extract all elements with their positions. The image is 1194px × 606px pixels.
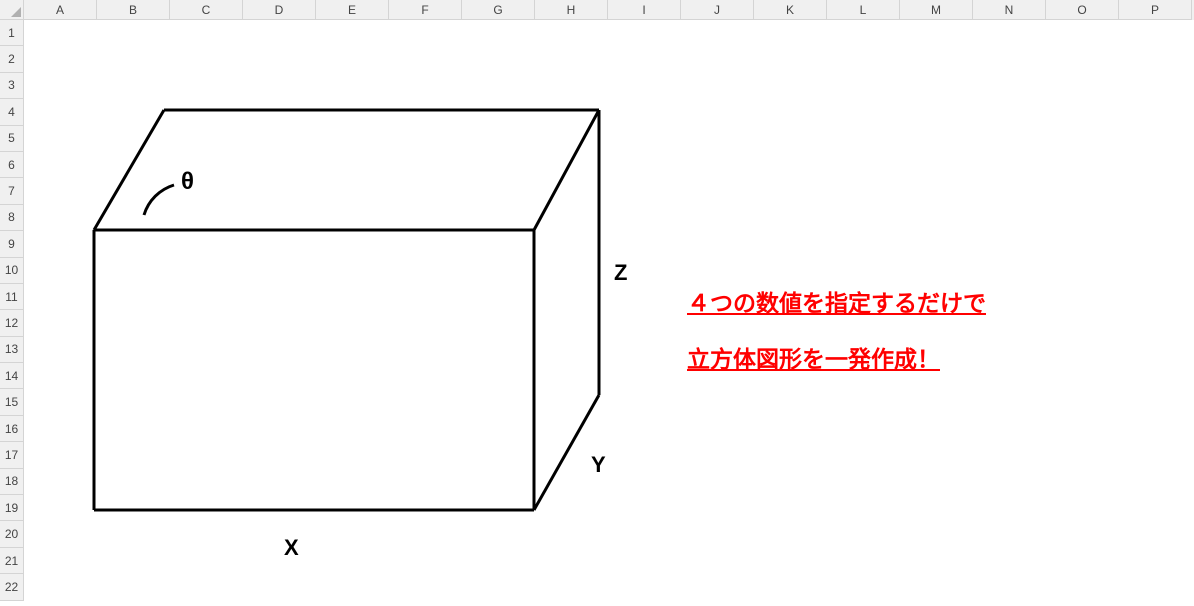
col-header[interactable]: L [827, 0, 900, 20]
row-header[interactable]: 9 [0, 231, 24, 257]
row-header[interactable]: 7 [0, 178, 24, 204]
row-header[interactable]: 5 [0, 126, 24, 152]
row-header[interactable]: 2 [0, 46, 24, 72]
select-all-corner[interactable] [0, 0, 24, 20]
row-header[interactable]: 15 [0, 389, 24, 415]
col-header[interactable]: C [170, 0, 243, 20]
row-header[interactable]: 4 [0, 99, 24, 125]
row-header[interactable]: 11 [0, 284, 24, 310]
row-header[interactable]: 1 [0, 20, 24, 46]
row-header[interactable]: 19 [0, 495, 24, 521]
col-header[interactable]: H [535, 0, 608, 20]
col-header[interactable]: I [608, 0, 681, 20]
row-header[interactable]: 20 [0, 521, 24, 547]
row-header[interactable]: 10 [0, 258, 24, 284]
col-header[interactable]: B [97, 0, 170, 20]
row-header[interactable]: 6 [0, 152, 24, 178]
row-headers: 1 2 3 4 5 6 7 8 9 10 11 12 13 14 15 16 1… [0, 20, 24, 601]
cells-area[interactable] [24, 20, 1194, 601]
col-header[interactable]: P [1119, 0, 1192, 20]
column-headers: A B C D E F G H I J K L M N O P [24, 0, 1194, 20]
col-header[interactable]: D [243, 0, 316, 20]
row-header[interactable]: 16 [0, 416, 24, 442]
row-header[interactable]: 3 [0, 73, 24, 99]
col-header[interactable]: K [754, 0, 827, 20]
row-header[interactable]: 21 [0, 548, 24, 574]
col-header[interactable]: M [900, 0, 973, 20]
row-header[interactable]: 8 [0, 205, 24, 231]
col-header[interactable]: F [389, 0, 462, 20]
row-header[interactable]: 22 [0, 574, 24, 600]
col-header[interactable]: E [316, 0, 389, 20]
col-header[interactable]: O [1046, 0, 1119, 20]
row-header[interactable]: 18 [0, 469, 24, 495]
row-header[interactable]: 12 [0, 310, 24, 336]
col-header[interactable]: J [681, 0, 754, 20]
row-header[interactable]: 14 [0, 363, 24, 389]
col-header[interactable]: A [24, 0, 97, 20]
row-header[interactable]: 17 [0, 442, 24, 468]
col-header[interactable]: G [462, 0, 535, 20]
col-header[interactable]: N [973, 0, 1046, 20]
row-header[interactable]: 13 [0, 337, 24, 363]
